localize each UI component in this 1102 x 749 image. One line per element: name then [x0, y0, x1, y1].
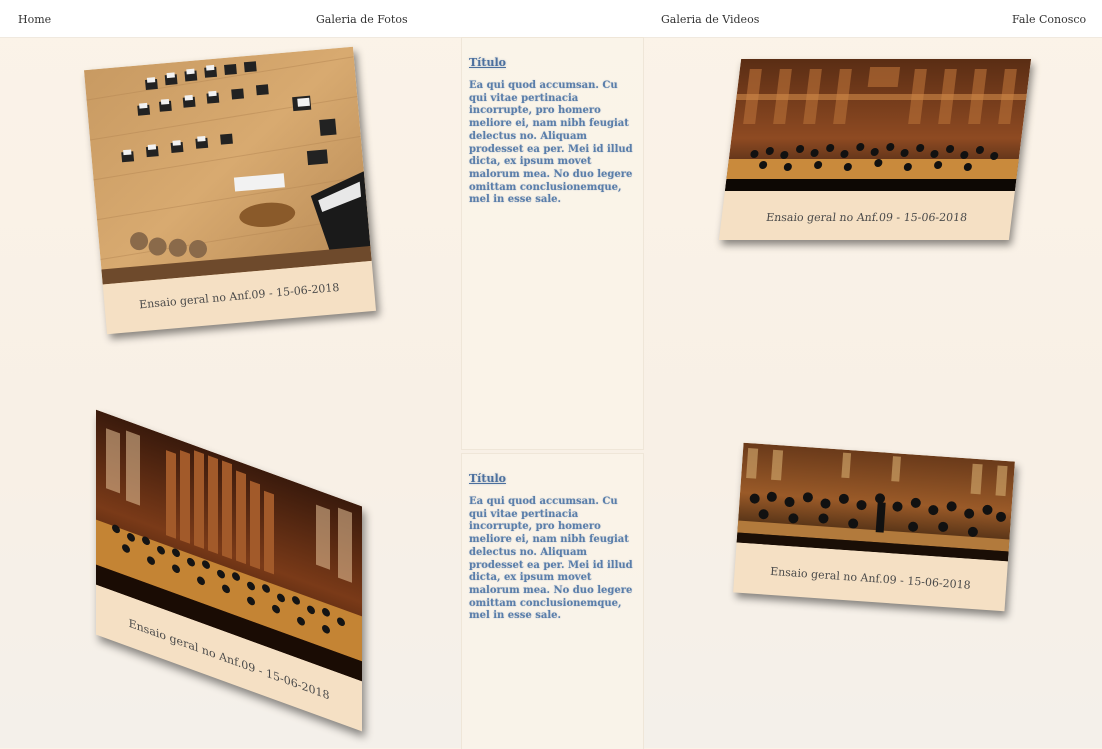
article-title-link[interactable]: Título	[469, 472, 506, 485]
orchestra-concert-hall-photo	[724, 59, 1032, 191]
nav-home-link[interactable]: Home	[18, 13, 51, 26]
orchestra-pipe-organ-hall-photo	[96, 409, 362, 682]
photo-caption: Ensaio geral no Anf.09 - 15-06-2018	[765, 211, 968, 224]
article-panel: Título Ea qui quod accumsan. Cu qui vita…	[461, 37, 644, 450]
top-navigation-bar: Home Galeria de Fotos Galeria de Videos …	[0, 0, 1102, 38]
photo-card[interactable]: Ensaio geral no Anf.09 - 15-06-2018	[718, 59, 1032, 240]
photo-card[interactable]: Ensaio geral no Anf.09 - 15-06-2018	[83, 46, 377, 335]
nav-photo-gallery-link[interactable]: Galeria de Fotos	[316, 13, 408, 26]
article-body: Ea qui quod accumsan. Cu qui vitae perti…	[469, 80, 633, 206]
nav-video-gallery-link[interactable]: Galeria de Videos	[661, 13, 759, 26]
article-body: Ea qui quod accumsan. Cu qui vitae perti…	[469, 496, 633, 622]
photo-caption: Ensaio geral no Anf.09 - 15-06-2018	[769, 564, 972, 592]
photo-card[interactable]: Ensaio geral no Anf.09 - 15-06-2018	[733, 442, 1015, 612]
empty-orchestra-stage-photo	[83, 46, 372, 285]
orchestra-performance-photo	[736, 442, 1015, 562]
article-panel: Título Ea qui quod accumsan. Cu qui vita…	[461, 453, 644, 749]
photo-card[interactable]: Ensaio geral no Anf.09 - 15-06-2018	[96, 409, 362, 732]
nav-contact-link[interactable]: Fale Conosco	[1012, 13, 1086, 26]
article-title-link[interactable]: Título	[469, 56, 506, 69]
photo-caption: Ensaio geral no Anf.09 - 15-06-2018	[138, 280, 340, 312]
